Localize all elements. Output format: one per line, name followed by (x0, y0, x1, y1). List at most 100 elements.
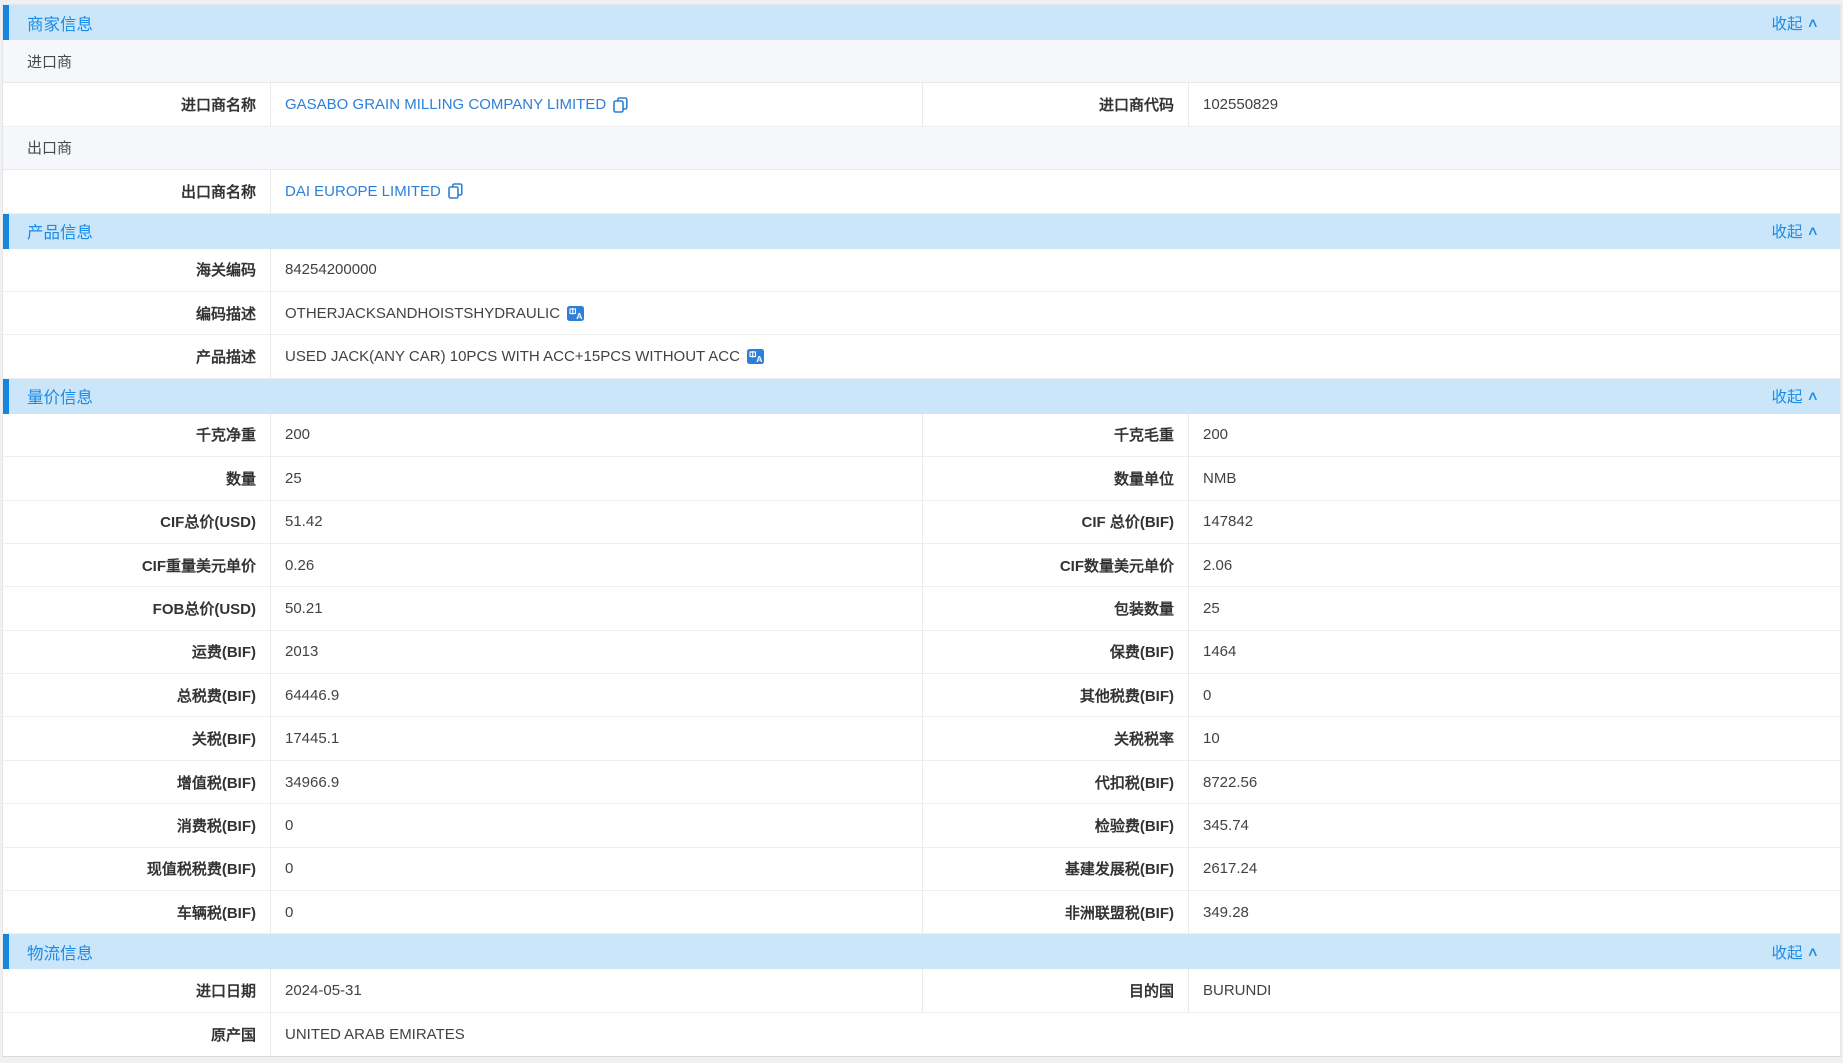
field-value: USED JACK(ANY CAR) 10PCS WITH ACC+15PCS … (271, 335, 1840, 377)
field-row: CIF重量美元单价 0.26 CIF数量美元单价 2.06 (3, 544, 1840, 587)
section-header-merchant: 商家信息 收起 ∧ (3, 5, 1840, 40)
section-title-product: 产品信息 (27, 219, 93, 243)
chevron-up-icon: ∧ (1807, 15, 1820, 31)
field-row: 千克净重 200 千克毛重 200 (3, 414, 1840, 457)
section-title-logistics: 物流信息 (27, 940, 93, 964)
collapse-label: 收起 (1771, 941, 1802, 963)
trade-record-detail-panel: 商家信息 收起 ∧ 进口商 进口商名称 GASABO GRAIN MILLING… (2, 4, 1841, 1057)
chevron-up-icon: ∧ (1807, 944, 1820, 960)
field-label: 非洲联盟税(BIF) (923, 891, 1189, 933)
field-row: 数量 25 数量单位 NMB (3, 457, 1840, 500)
field-value: 10 (1189, 717, 1840, 759)
field-value: 2617.24 (1189, 848, 1840, 890)
field-label: 目的国 (923, 969, 1189, 1011)
section-title-merchant: 商家信息 (27, 11, 93, 35)
field-value: 25 (1189, 587, 1840, 629)
field-value: 64446.9 (271, 674, 923, 716)
field-label: CIF数量美元单价 (923, 544, 1189, 586)
collapse-label: 收起 (1771, 12, 1802, 34)
field-label: 出口商名称 (3, 170, 271, 212)
field-value: 0 (271, 804, 923, 846)
field-row: 总税费(BIF) 64446.9 其他税费(BIF) 0 (3, 674, 1840, 717)
field-value: 2013 (271, 631, 923, 673)
field-label: 检验费(BIF) (923, 804, 1189, 846)
field-label: 车辆税(BIF) (3, 891, 271, 933)
exporter-name-link[interactable]: DAI EUROPE LIMITED (285, 183, 441, 200)
field-value: 17445.1 (271, 717, 923, 759)
collapse-button-merchant[interactable]: 收起 ∧ (1771, 12, 1818, 34)
product-desc-text: USED JACK(ANY CAR) 10PCS WITH ACC+15PCS … (285, 348, 740, 365)
field-label: 千克毛重 (923, 414, 1189, 456)
field-value: 34966.9 (271, 761, 923, 803)
field-row: 关税(BIF) 17445.1 关税税率 10 (3, 717, 1840, 760)
field-label: 进口商名称 (3, 83, 271, 125)
field-row: CIF总价(USD) 51.42 CIF 总价(BIF) 147842 (3, 501, 1840, 544)
field-value: 349.28 (1189, 891, 1840, 933)
field-label: 增值税(BIF) (3, 761, 271, 803)
group-row-importer: 进口商 (3, 40, 1840, 83)
field-label: 代扣税(BIF) (923, 761, 1189, 803)
field-value: 84254200000 (271, 249, 1840, 291)
group-row-exporter: 出口商 (3, 127, 1840, 170)
field-label: 进口日期 (3, 969, 271, 1011)
field-value: GASABO GRAIN MILLING COMPANY LIMITED (271, 83, 923, 125)
field-label: 产品描述 (3, 335, 271, 377)
collapse-button-quantity-price[interactable]: 收起 ∧ (1771, 385, 1818, 407)
field-value: 0.26 (271, 544, 923, 586)
field-value: 2024-05-31 (271, 969, 923, 1011)
field-value: BURUNDI (1189, 969, 1840, 1011)
section-header-logistics: 物流信息 收起 ∧ (3, 934, 1840, 969)
field-label: 海关编码 (3, 249, 271, 291)
field-label: 原产国 (3, 1013, 271, 1056)
field-value: 2.06 (1189, 544, 1840, 586)
field-label: 关税税率 (923, 717, 1189, 759)
importer-name-link[interactable]: GASABO GRAIN MILLING COMPANY LIMITED (285, 96, 606, 113)
field-row-product-desc: 产品描述 USED JACK(ANY CAR) 10PCS WITH ACC+1… (3, 335, 1840, 378)
field-label: 千克净重 (3, 414, 271, 456)
field-label: 基建发展税(BIF) (923, 848, 1189, 890)
field-value: 102550829 (1189, 83, 1840, 125)
field-value: 1464 (1189, 631, 1840, 673)
field-row: 增值税(BIF) 34966.9 代扣税(BIF) 8722.56 (3, 761, 1840, 804)
field-row: 消费税(BIF) 0 检验费(BIF) 345.74 (3, 804, 1840, 847)
field-label: 保费(BIF) (923, 631, 1189, 673)
copy-icon[interactable] (448, 183, 463, 199)
field-row-hs-code: 海关编码 84254200000 (3, 249, 1840, 292)
section-header-product: 产品信息 收起 ∧ (3, 214, 1840, 249)
field-row-code-desc: 编码描述 OTHERJACKSANDHOISTSHYDRAULIC A (3, 292, 1840, 335)
group-label-exporter: 出口商 (27, 137, 72, 158)
field-label: 现值税税费(BIF) (3, 848, 271, 890)
section-header-quantity-price: 量价信息 收起 ∧ (3, 379, 1840, 414)
field-value: NMB (1189, 457, 1840, 499)
section-title-quantity-price: 量价信息 (27, 384, 93, 408)
field-label: CIF 总价(BIF) (923, 501, 1189, 543)
field-label: 数量单位 (923, 457, 1189, 499)
field-value: 51.42 (271, 501, 923, 543)
field-row: 现值税税费(BIF) 0 基建发展税(BIF) 2617.24 (3, 848, 1840, 891)
chevron-up-icon: ∧ (1807, 388, 1820, 404)
field-label: CIF重量美元单价 (3, 544, 271, 586)
collapse-button-logistics[interactable]: 收起 ∧ (1771, 941, 1818, 963)
field-label: 编码描述 (3, 292, 271, 334)
field-value: 200 (1189, 414, 1840, 456)
collapse-label: 收起 (1771, 385, 1802, 407)
field-label: 关税(BIF) (3, 717, 271, 759)
field-label: FOB总价(USD) (3, 587, 271, 629)
translate-icon[interactable]: A (747, 349, 764, 364)
field-row: FOB总价(USD) 50.21 包装数量 25 (3, 587, 1840, 630)
field-value: 0 (1189, 674, 1840, 716)
chevron-up-icon: ∧ (1807, 223, 1820, 239)
field-label: 总税费(BIF) (3, 674, 271, 716)
field-label: 消费税(BIF) (3, 804, 271, 846)
field-value: 0 (271, 891, 923, 933)
field-value: 8722.56 (1189, 761, 1840, 803)
field-row-origin-country: 原产国 UNITED ARAB EMIRATES (3, 1013, 1840, 1056)
translate-icon[interactable]: A (567, 306, 584, 321)
code-desc-text: OTHERJACKSANDHOISTSHYDRAULIC (285, 305, 560, 322)
svg-text:A: A (756, 354, 762, 364)
copy-icon[interactable] (613, 97, 628, 113)
field-row-import-date: 进口日期 2024-05-31 目的国 BURUNDI (3, 969, 1840, 1012)
collapse-button-product[interactable]: 收起 ∧ (1771, 220, 1818, 242)
field-value: DAI EUROPE LIMITED (271, 170, 1840, 212)
collapse-label: 收起 (1771, 220, 1802, 242)
